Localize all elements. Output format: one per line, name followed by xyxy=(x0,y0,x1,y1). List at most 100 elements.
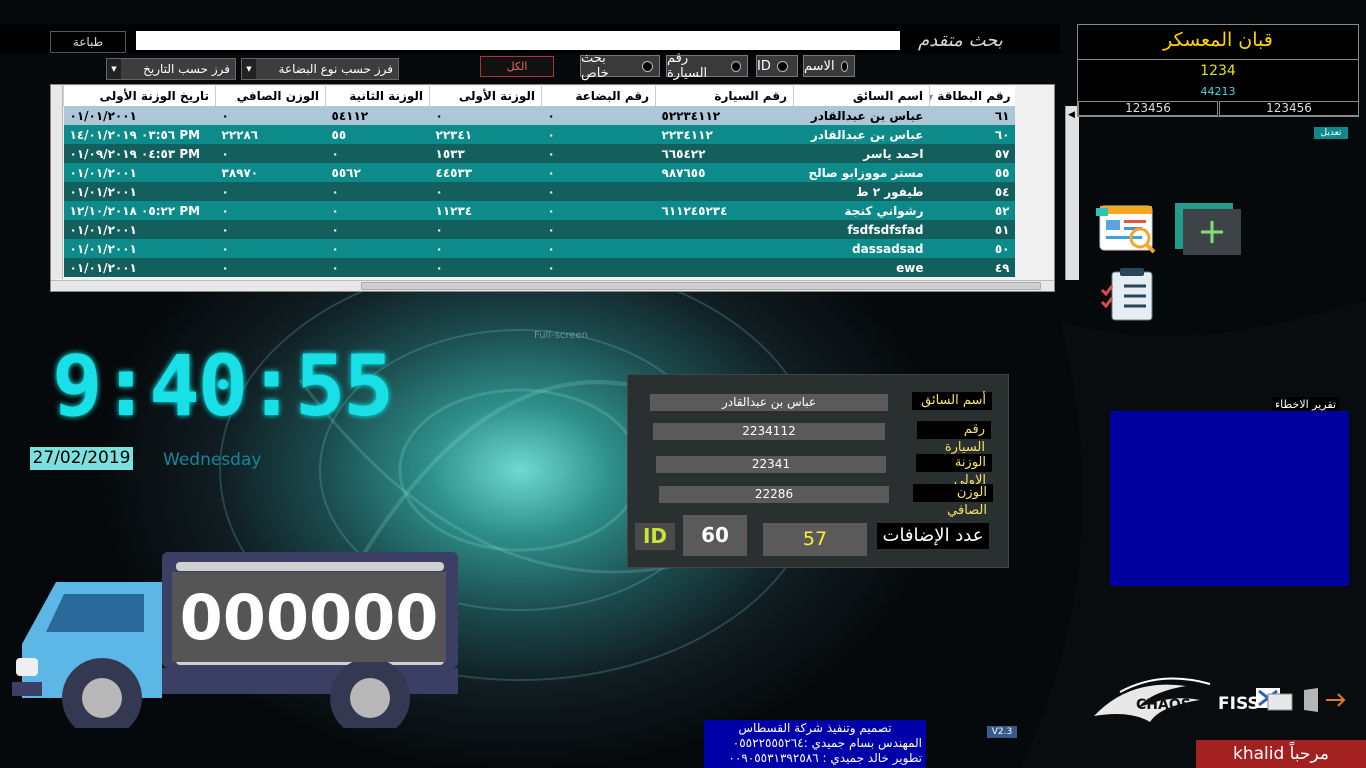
table-cell: ٦٦٥٤٢٢ xyxy=(655,144,794,163)
table-row[interactable]: ٦٠ عباس بن عبدالقادر ٢٢٣٤١١٢ ٠ ٢٢٣٤١ ٥٥ ٢٢٢٨٦ P… xyxy=(63,125,1015,144)
records-table[interactable]: رقم البطاقة ▼ اسم السائق رقم السيارة رقم… xyxy=(50,84,1079,292)
advanced-search-label: بحث متقدم xyxy=(918,30,1003,51)
table-cell: ٢٢٣٤١١٢ xyxy=(655,125,794,144)
table-row[interactable]: ٥٧ احمد ياسر ٦٦٥٤٢٢ ٠ ١٥٣٣ ٠ ٠ PM ٠٤:٥٣ ٠١/٠٩/٢… xyxy=(63,144,1015,163)
sort-by-date-select[interactable]: ▼ فرز حسب التاريخ xyxy=(106,58,236,80)
day-name: Wednesday xyxy=(163,450,262,470)
sort-by-date-label: فرز حسب التاريخ xyxy=(143,62,230,76)
radio-car-number[interactable]: رقم السيارة xyxy=(666,51,748,81)
table-cell: ٠ xyxy=(325,182,430,201)
table-cell: ٠ xyxy=(541,220,656,239)
all-button[interactable]: الكل xyxy=(480,56,554,77)
radio-dot-icon xyxy=(776,60,788,72)
vertical-scrollbar[interactable] xyxy=(51,85,63,279)
column-header[interactable]: الوزن الصافي xyxy=(215,86,326,106)
column-header[interactable]: اسم السائق xyxy=(793,86,930,106)
radio-special-search[interactable]: بحث خاص xyxy=(580,51,660,81)
radio-id[interactable]: ID xyxy=(756,55,798,77)
table-cell: ٢٢٣٤١ xyxy=(429,125,542,144)
table-row[interactable]: ٥٢ رشواني كنجة ٦١١٢٤٥٢٣٤ ٠ ١١٢٣٤ ٠ ٠ PM ٠٥:٢٢ ١… xyxy=(63,201,1015,220)
car-number-value: 2234112 xyxy=(653,423,885,440)
table-cell: ٠ xyxy=(215,182,326,201)
table-cell: ٠ xyxy=(429,106,542,125)
record-details-panel: عباس بن عبدالقادر أسم السائق 2234112 رقم… xyxy=(627,374,1009,568)
table-cell: ٠ xyxy=(325,258,430,277)
table-cell: ٠١/٠١/٢٠٠١ xyxy=(63,220,216,239)
table-cell: ٥٥٦٢ xyxy=(325,163,430,182)
table-cell: ٠ xyxy=(215,239,326,258)
table-cell: ٦٠ xyxy=(929,125,1015,144)
table-row[interactable]: ٥١ fsdfsdfsfad ٠ ٠ ٠ ٠ ٠١/٠١/٢٠٠١ xyxy=(63,220,1015,239)
table-cell: ٣٨٩٧٠ xyxy=(215,163,326,182)
additions-count-value: 57 xyxy=(763,523,867,556)
table-cell: ٠١/٠١/٢٠٠١ xyxy=(63,182,216,201)
table-cell: PM ٠٣:٥٦ ١٤/٠١/٢٠١٩ xyxy=(63,125,216,144)
radio-dot-icon xyxy=(840,60,848,72)
table-cell: ٠ xyxy=(541,163,656,182)
table-cell: ٠ xyxy=(325,144,430,163)
table-cell xyxy=(655,182,794,201)
search-input[interactable] xyxy=(136,31,900,50)
table-cell: ٠ xyxy=(541,201,656,220)
column-header[interactable]: رقم السيارة xyxy=(655,86,794,106)
net-weight-label: الوزن الصافي xyxy=(913,484,993,518)
weight-counter: 000000 xyxy=(172,572,446,662)
chaos-logo: CHAOS FISS xyxy=(1094,677,1260,722)
table-cell: ٠ xyxy=(429,239,542,258)
sort-by-goods-label: فرز حسب نوع البضاعة xyxy=(278,62,393,76)
table-cell: ٠ xyxy=(429,182,542,201)
table-cell: ٠ xyxy=(541,144,656,163)
error-report-label: تقرير الاخطاء xyxy=(1272,397,1339,412)
table-cell: dassadsad xyxy=(793,239,930,258)
credit-line: تصميم وتنفيذ شركة القسطاس xyxy=(738,721,892,735)
id-value: 60 xyxy=(683,515,747,556)
exit-icon[interactable] xyxy=(1254,686,1350,714)
horizontal-scrollbar[interactable] xyxy=(51,280,1054,291)
column-header[interactable]: تاريخ الوزنة الأولى xyxy=(63,86,216,106)
row-selector-column[interactable]: ◀ xyxy=(1065,106,1079,280)
table-cell: ٥٤ xyxy=(929,182,1015,201)
radio-label: الاسم xyxy=(804,58,835,74)
chevron-down-icon: ▼ xyxy=(242,59,256,79)
table-cell: ٠ xyxy=(541,182,656,201)
table-row[interactable]: ٥٤ طيفور ٢ ط ٠ ٠ ٠ ٠ ٠١/٠١/٢٠٠١ xyxy=(63,182,1015,201)
first-weight-value: 22341 xyxy=(656,456,886,473)
current-row-arrow-icon: ◀ xyxy=(1068,110,1075,120)
table-row[interactable]: ٤٩ ewe ٠ ٠ ٠ ٠ ٠١/٠١/٢٠٠١ xyxy=(63,258,1015,277)
table-row[interactable]: ٦١ عباس بن عبدالقادر ٥٢٢٣٤١١٢ ٠ ٠ ٥٤١١٢ ٠ ٠١/٠١… xyxy=(63,106,1015,125)
table-cell: fsdfsdfsfad xyxy=(793,220,930,239)
date-display: 27/02/2019 xyxy=(30,447,133,470)
table-cell: ٠ xyxy=(429,258,542,277)
table-cell: ٦١١٢٤٥٢٣٤ xyxy=(655,201,794,220)
report-form-icon[interactable] xyxy=(1094,200,1162,258)
scale-reading: 1234 xyxy=(1200,63,1236,79)
radio-name[interactable]: الاسم xyxy=(803,55,855,77)
table-row[interactable]: ٥٠ dassadsad ٠ ٠ ٠ ٠ ٠١/٠١/٢٠٠١ xyxy=(63,239,1015,258)
add-record-icon[interactable] xyxy=(1175,203,1241,255)
table-cell: ٠ xyxy=(215,201,326,220)
checklist-icon[interactable] xyxy=(1100,268,1158,322)
table-cell: ٥٠ xyxy=(929,239,1015,258)
table-cell: ٠ xyxy=(325,220,430,239)
print-button[interactable]: طباعة xyxy=(50,31,126,53)
error-report-box xyxy=(1110,411,1349,586)
radio-label: رقم السيارة xyxy=(667,51,708,81)
edit-button[interactable]: تعديل xyxy=(1314,127,1348,139)
table-cell: ٠١/٠١/٢٠٠١ xyxy=(63,106,216,125)
table-cell: ٤٩ xyxy=(929,258,1015,277)
sort-by-goods-select[interactable]: ▼ فرز حسب نوع البضاعة xyxy=(241,58,399,80)
column-header[interactable]: رقم البطاقة ▼ xyxy=(929,86,1015,106)
table-cell: ٥٥ xyxy=(929,163,1015,182)
car-number-label: رقم السيارة xyxy=(917,421,991,455)
table-cell: PM ٠٤:٥٣ ٠١/٠٩/٢٠١٩ xyxy=(63,144,216,163)
scroll-thumb[interactable] xyxy=(361,282,1041,290)
column-header[interactable]: الوزنة الثانية xyxy=(325,86,430,106)
table-cell: ٠ xyxy=(215,258,326,277)
column-header-label: رقم البطاقة xyxy=(937,89,1011,103)
column-header[interactable]: الوزنة الأولى xyxy=(429,86,542,106)
column-header[interactable]: رقم البضاعة xyxy=(541,86,656,106)
table-cell: عباس بن عبدالقادر xyxy=(793,106,930,125)
welcome-banner: مرحباً khalid xyxy=(1196,740,1366,768)
scale-cell-left: 123456 xyxy=(1078,101,1218,116)
table-row[interactable]: ٥٥ مستر مووزابو صالح ٩٨٧٦٥٥ ٠ ٤٤٥٣٣ ٥٥٦٢ ٣٨٩٧٠… xyxy=(63,163,1015,182)
